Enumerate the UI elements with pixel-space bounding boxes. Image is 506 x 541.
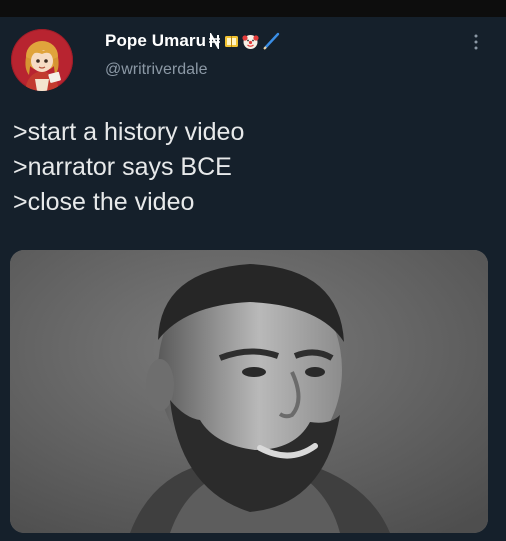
tweet-card[interactable]: Pope Umaru @writriverdale >start a histo… [0,17,506,541]
tweet-media-image[interactable] [10,250,488,533]
tweet-line: >start a history video [13,118,245,146]
user-handle[interactable]: @writriverdale [105,61,207,79]
anime-character-avatar-icon [11,29,73,91]
naira-currency-symbol-icon [209,33,221,49]
top-bar [0,0,506,17]
avatar[interactable] [11,29,73,91]
tweet-text: >start a history video >narrator says BC… [13,115,493,220]
name-row: Pope Umaru [105,29,280,53]
bearded-man-photo [10,250,488,533]
tweet-line: >narrator says BCE [13,153,232,181]
display-name[interactable]: Pope Umaru [105,31,206,51]
ledger-book-emoji-icon [225,35,239,47]
name-emoji-group [209,32,280,50]
more-options-button[interactable] [468,31,484,53]
clown-face-emoji-icon [242,34,259,49]
more-vertical-icon [474,34,478,50]
pencil-emoji-icon [263,32,280,50]
tweet-line: >close the video [13,188,195,216]
